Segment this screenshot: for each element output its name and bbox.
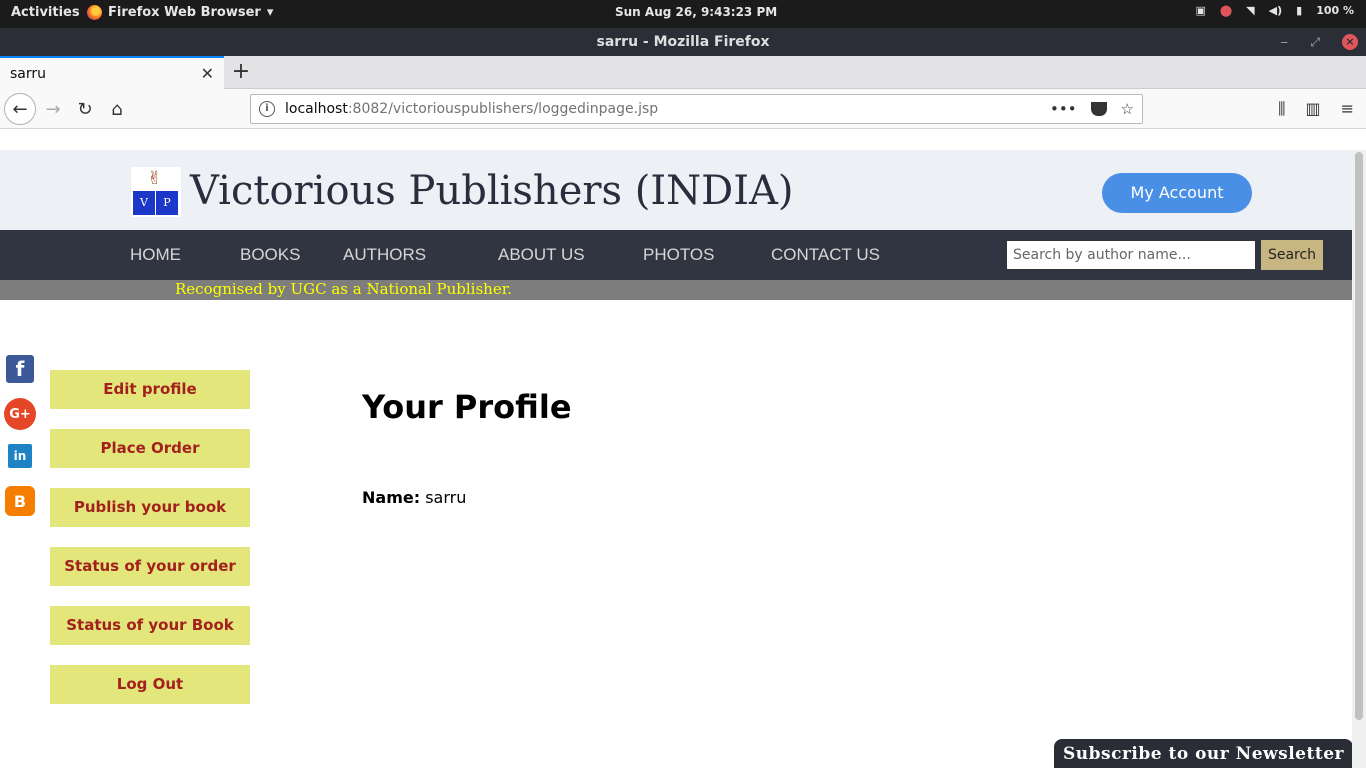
profile-heading: Your Profile [362, 388, 572, 426]
tagline: Recognised by UGC as a National Publishe… [175, 280, 513, 298]
nav-home[interactable]: HOME [130, 230, 181, 280]
tab-close-icon[interactable]: ✕ [201, 64, 214, 83]
tab-sarru[interactable]: sarru ✕ [0, 56, 224, 89]
url-bar[interactable]: i localhost:8082/victoriouspublishers/lo… [250, 94, 1143, 124]
book-status-button[interactable]: Status of your Book [50, 606, 250, 645]
logo-letter: V [133, 191, 156, 215]
site-nav: HOME BOOKS AUTHORS ABOUT US PHOTOS CONTA… [0, 230, 1352, 280]
close-window-button[interactable]: × [1342, 28, 1358, 56]
nav-about-us[interactable]: ABOUT US [498, 230, 585, 280]
page-scrollbar[interactable] [1352, 150, 1366, 768]
site-title: Victorious Publishers (INDIA) [190, 168, 794, 214]
log-out-button[interactable]: Log Out [50, 665, 250, 704]
linkedin-icon[interactable]: in [8, 444, 32, 468]
system-top-bar: Activities Firefox Web Browser ▾ Sun Aug… [0, 0, 1366, 28]
tab-title: sarru [10, 65, 47, 82]
sidebar-icon[interactable]: ▥ [1305, 99, 1320, 119]
battery-level: 100 % [1316, 4, 1354, 17]
wifi-icon: ◥ [1246, 4, 1255, 17]
window-title: sarru - Mozilla Firefox [596, 34, 770, 50]
url-host: localhost [285, 101, 348, 117]
order-status-button[interactable]: Status of your order [50, 547, 250, 586]
pocket-icon[interactable] [1090, 102, 1107, 116]
newsletter-tab[interactable]: Subscribe to our Newsletter [1054, 739, 1352, 768]
chevron-down-icon: ▾ [266, 5, 274, 20]
firefox-icon [87, 5, 102, 20]
facebook-icon[interactable]: f [6, 355, 34, 383]
nav-photos[interactable]: PHOTOS [643, 230, 714, 280]
do-not-disturb-icon: ⬤ [1219, 4, 1233, 17]
home-button[interactable]: ⌂ [101, 93, 133, 125]
victory-hand-icon: ✌ [147, 168, 163, 189]
nav-contact-us[interactable]: CONTACT US [771, 230, 880, 280]
site-header: ✌ V P Victorious Publishers (INDIA) My A… [0, 150, 1352, 230]
publish-book-button[interactable]: Publish your book [50, 488, 250, 527]
window-titlebar: sarru - Mozilla Firefox ‒ ⤢ × [0, 28, 1366, 56]
tagline-band: Recognised by UGC as a National Publishe… [0, 280, 1352, 300]
scrollbar-thumb[interactable] [1355, 152, 1363, 720]
google-plus-icon[interactable]: G+ [4, 398, 36, 430]
cpu-icon: ▣ [1195, 4, 1206, 17]
tab-strip: sarru ✕ + [0, 56, 1366, 89]
site-info-icon[interactable]: i [259, 101, 275, 117]
profile-name-row: Name: sarru [362, 488, 466, 507]
nav-toolbar: ← → ↻ ⌂ i localhost:8082/victoriouspubli… [0, 89, 1366, 129]
forward-button[interactable]: → [37, 93, 69, 125]
clock[interactable]: Sun Aug 26, 9:43:23 PM [615, 5, 777, 19]
search-button[interactable]: Search [1261, 240, 1323, 270]
author-search-input[interactable]: Search by author name... [1006, 240, 1256, 270]
library-icon[interactable]: ⫼ [1278, 99, 1285, 119]
bookmark-star-icon[interactable]: ☆ [1121, 100, 1134, 118]
back-button[interactable]: ← [4, 93, 36, 125]
edit-profile-button[interactable]: Edit profile [50, 370, 250, 409]
battery-icon: ▮ [1296, 4, 1303, 17]
place-order-button[interactable]: Place Order [50, 429, 250, 468]
volume-icon: ◀) [1268, 4, 1283, 17]
logo-letter: P [156, 191, 179, 215]
web-page: ✌ V P Victorious Publishers (INDIA) My A… [0, 150, 1352, 768]
maximize-button[interactable]: ⤢ [1310, 28, 1320, 56]
url-path: :8082/victoriouspublishers/loggedinpage.… [347, 101, 659, 117]
name-value: sarru [425, 488, 467, 507]
blogger-icon[interactable]: B [5, 486, 35, 516]
app-menu-label: Firefox Web Browser [108, 5, 261, 20]
activities-button[interactable]: Activities [11, 5, 80, 20]
reload-button[interactable]: ↻ [69, 93, 101, 125]
app-menu[interactable]: Firefox Web Browser ▾ [87, 5, 273, 20]
new-tab-button[interactable]: + [230, 59, 252, 84]
my-account-button[interactable]: My Account [1102, 173, 1252, 213]
site-logo[interactable]: ✌ V P [131, 167, 181, 217]
nav-authors[interactable]: AUTHORS [343, 230, 426, 280]
close-icon: × [1342, 34, 1358, 50]
name-label: Name: [362, 488, 421, 507]
menu-icon[interactable]: ≡ [1341, 99, 1354, 119]
system-tray[interactable]: ▣ ⬤ ◥ ◀) ▮ 100 % [1195, 4, 1354, 17]
page-actions-icon[interactable]: ••• [1050, 100, 1077, 118]
minimize-button[interactable]: ‒ [1280, 28, 1288, 56]
nav-books[interactable]: BOOKS [240, 230, 300, 280]
